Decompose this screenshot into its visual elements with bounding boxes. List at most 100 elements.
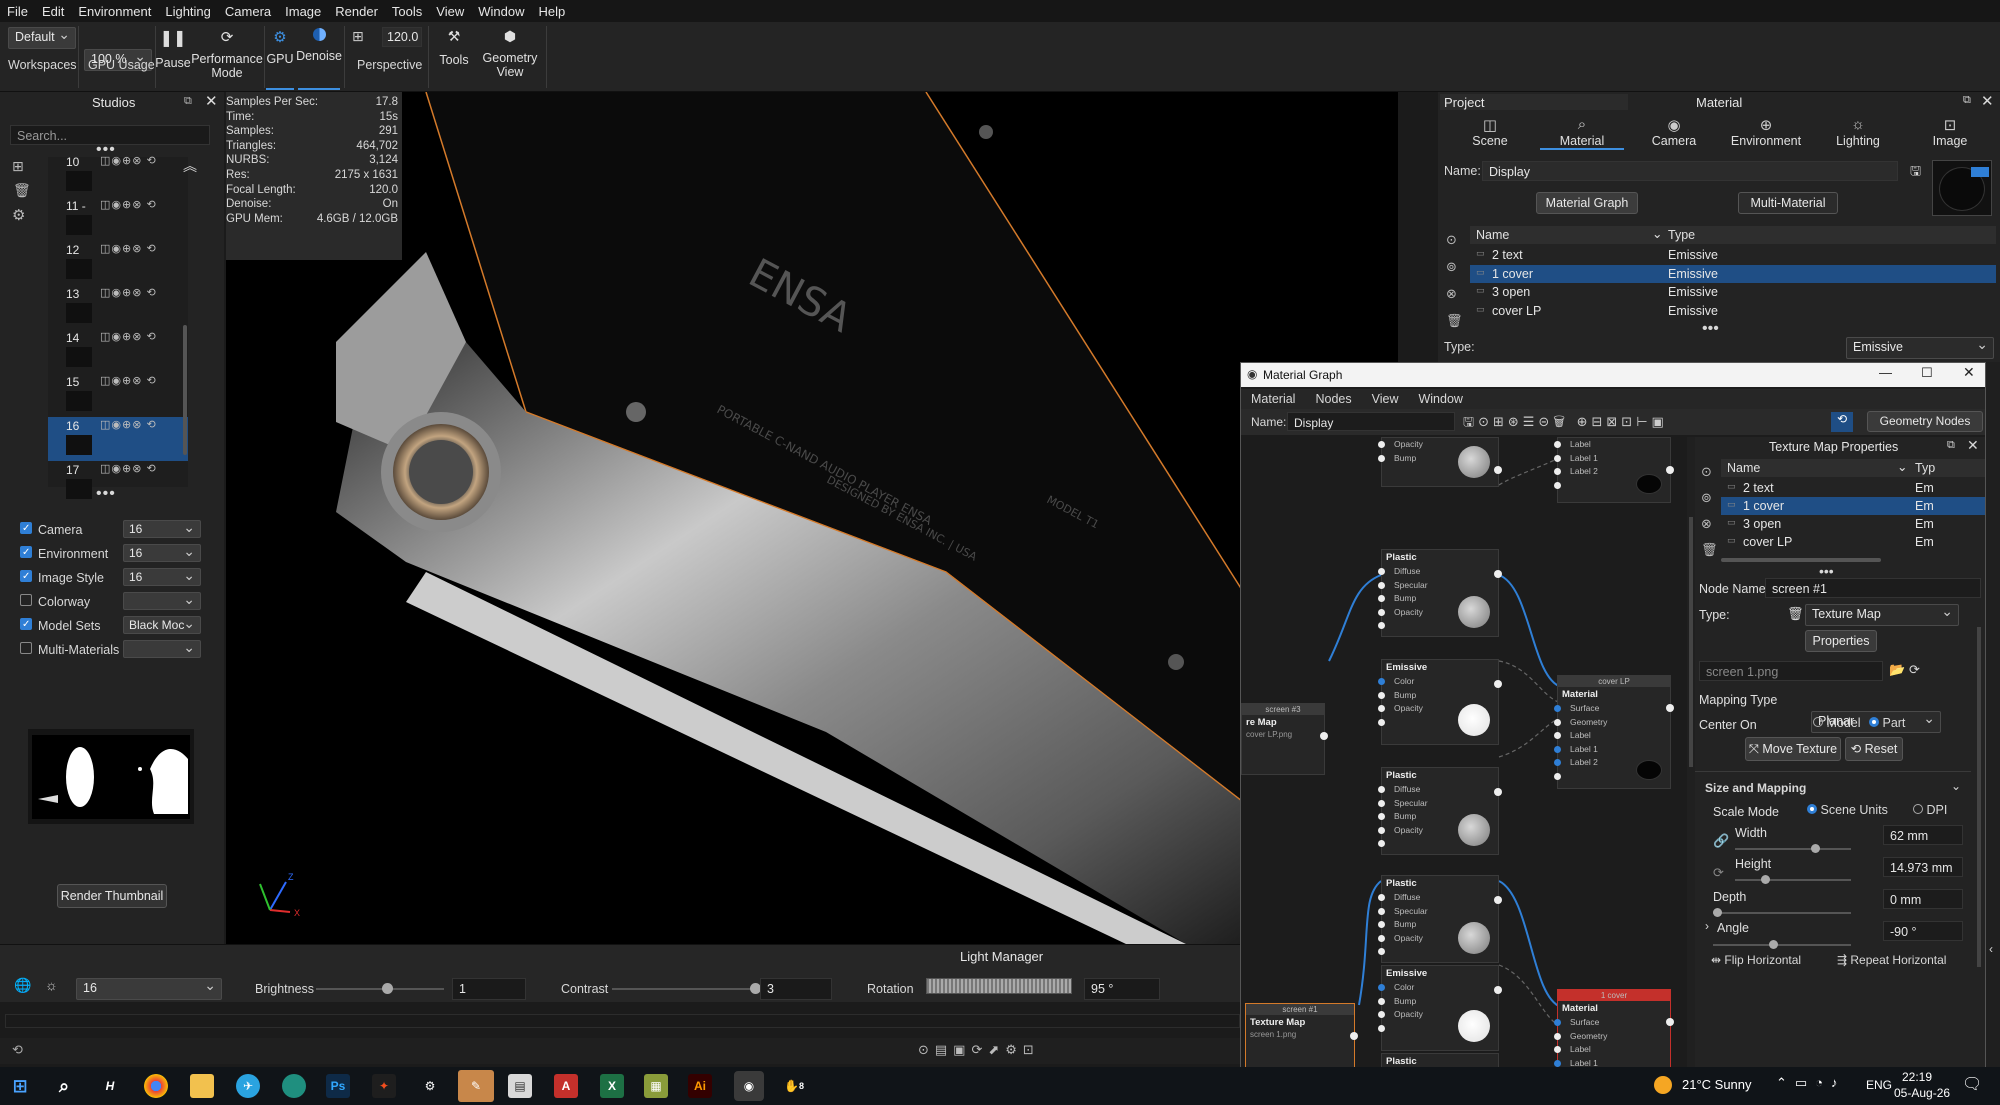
gpu-usage-label[interactable]: GPU Usage xyxy=(88,58,155,72)
close-icon[interactable]: ✕ xyxy=(1967,437,1979,454)
width-input[interactable]: 62 mm xyxy=(1883,825,1963,845)
add-studio-icon[interactable]: ⊞ xyxy=(12,158,24,175)
table-side-icons[interactable]: ⊙ ⊚ ⊗ 🗑 xyxy=(1446,226,1463,334)
table-row[interactable]: ▭ cover LP Emissive xyxy=(1470,302,1996,320)
figma-icon[interactable]: ✦ xyxy=(372,1074,396,1098)
tmp-scrollbar[interactable] xyxy=(1977,627,1981,967)
environment-select[interactable]: 16 xyxy=(76,977,222,1000)
undock-icon[interactable]: ⧉ xyxy=(184,95,192,108)
settings-icon[interactable]: ⚙ xyxy=(418,1074,442,1098)
menu-edit[interactable]: Edit xyxy=(35,4,71,19)
tools-button[interactable]: ⚒ Tools xyxy=(434,22,474,92)
menu-camera[interactable]: Camera xyxy=(218,4,278,19)
more-dots-icon[interactable]: ••• xyxy=(1819,563,1834,579)
tab-image[interactable]: ⊡ Image xyxy=(1908,116,1992,148)
height-slider[interactable] xyxy=(1735,875,1851,884)
viewport-mode-icons[interactable]: ⊙▤▣⟳⬈⚙⊡ xyxy=(918,1042,1040,1058)
node-port[interactable]: Bump xyxy=(1378,995,1498,1009)
menu-lighting[interactable]: Lighting xyxy=(158,4,218,19)
type-select[interactable]: Emissive xyxy=(1846,336,1994,359)
folder-icon[interactable]: 📂 xyxy=(1889,662,1905,678)
studio-item[interactable]: 10 ◫◉⊕⊗ ⟲ xyxy=(48,153,188,197)
node-port[interactable]: Color xyxy=(1378,981,1498,995)
material-name-input[interactable]: Display xyxy=(1482,161,1898,181)
table-row[interactable]: ▭ 3 open Em xyxy=(1721,515,1985,533)
tmp-side-icons[interactable]: ⊙ ⊚ ⊗ 🗑 xyxy=(1701,459,1718,563)
checkbox[interactable] xyxy=(20,521,32,534)
studio-item[interactable]: 12 ◫◉⊕⊗ ⟲ xyxy=(48,241,188,285)
texture-file-input[interactable]: screen 1.png xyxy=(1699,661,1883,681)
table-row[interactable]: ▭ cover LP Em xyxy=(1721,533,1985,551)
close-icon[interactable]: ✕ xyxy=(1963,364,1975,381)
acrobat-icon[interactable]: A xyxy=(554,1074,578,1098)
node-output-port[interactable] xyxy=(1666,704,1674,712)
node-output-port[interactable] xyxy=(1494,680,1502,688)
illustrator-icon[interactable]: Ai xyxy=(688,1074,712,1098)
fov-input[interactable]: 120.0 xyxy=(382,27,422,47)
node-output-port[interactable] xyxy=(1494,788,1502,796)
tab-environment[interactable]: ⊕ Environment xyxy=(1724,116,1808,148)
table-row[interactable]: ▭ 1 cover Emissive xyxy=(1470,264,1996,283)
node-port[interactable]: Surface xyxy=(1554,1016,1670,1030)
telegram-icon[interactable]: ✈ xyxy=(236,1074,260,1098)
language-indicator[interactable]: ENG xyxy=(1866,1078,1892,1092)
rotation-strip[interactable] xyxy=(926,978,1072,994)
chrome-icon[interactable] xyxy=(144,1074,168,1098)
keyshot-active-icon[interactable]: ✎ xyxy=(458,1070,494,1102)
link-icon[interactable]: 🔗 xyxy=(1713,833,1729,849)
studio-item[interactable]: 17 ◫◉⊕⊗ ⟲ xyxy=(48,461,188,505)
weather-sun-icon[interactable] xyxy=(1654,1076,1672,1094)
flip-horizontal-button[interactable]: ⇹ Flip Horizontal xyxy=(1711,953,1801,967)
close-icon[interactable]: ✕ xyxy=(1981,92,1994,110)
maximize-icon[interactable]: ☐ xyxy=(1921,365,1933,381)
menu-render[interactable]: Render xyxy=(328,4,385,19)
table-row[interactable]: ▭ 2 text Em xyxy=(1721,479,1985,497)
node-port[interactable]: Color xyxy=(1378,675,1498,689)
workspaces-label[interactable]: Workspaces xyxy=(8,58,77,72)
brightness-input[interactable]: 1 xyxy=(452,978,526,1000)
graph-node[interactable]: PlasticDiffuseSpecularBumpOpacity xyxy=(1378,549,1502,637)
properties-button[interactable]: Properties xyxy=(1805,630,1877,652)
environment-globe-icon[interactable]: 🌐 xyxy=(14,977,31,994)
denoise-toggle[interactable]: Denoise xyxy=(296,22,342,90)
app-circle-icon[interactable] xyxy=(282,1074,306,1098)
studio-item[interactable]: 13 ◫◉⊕⊗ ⟲ xyxy=(48,285,188,329)
photoshop-icon[interactable]: Ps xyxy=(326,1074,350,1098)
checkbox[interactable] xyxy=(20,641,32,654)
toggle-image-style[interactable]: Image Style 16 xyxy=(20,567,204,590)
notification-icon[interactable]: 🗨 xyxy=(1962,1074,1982,1094)
app-hand-icon[interactable]: ✋ 8 xyxy=(782,1074,806,1098)
graph-node[interactable]: PlasticDiffuseSpecularBumpOpacity xyxy=(1378,875,1502,963)
toggle-select[interactable]: 16 xyxy=(123,519,201,538)
node-port[interactable]: Diffuse xyxy=(1378,565,1498,579)
timeline-bar[interactable] xyxy=(5,1014,1240,1028)
trash-icon[interactable]: 🗑 xyxy=(1787,606,1804,622)
system-tray-icons[interactable]: ⌃▭◔♪ xyxy=(1776,1075,1846,1091)
mg-menu-window[interactable]: Window xyxy=(1408,392,1472,406)
node-canvas[interactable]: Opacity Bump Plastic Diffuse Specular Bump Opa… xyxy=(1241,437,1687,1069)
studio-item[interactable]: 15 ◫◉⊕⊗ ⟲ xyxy=(48,373,188,417)
keyshot-icon[interactable]: ◉ xyxy=(734,1071,764,1101)
performance-mode-button[interactable]: ⟳ Performance Mode xyxy=(191,22,263,92)
size-mapping-header[interactable]: Size and Mapping xyxy=(1705,781,1806,795)
node-output-port[interactable] xyxy=(1494,896,1502,904)
file-explorer-icon[interactable] xyxy=(190,1074,214,1098)
mg-menu-nodes[interactable]: Nodes xyxy=(1305,392,1361,406)
node-name-input[interactable]: screen #1 xyxy=(1765,578,1981,598)
settings-gear-icon[interactable]: ⚙ xyxy=(12,206,25,224)
angle-expand-icon[interactable]: › xyxy=(1705,919,1709,933)
toggle-camera[interactable]: Camera 16 xyxy=(20,519,204,542)
scene-units-radio[interactable]: Scene Units xyxy=(1807,803,1888,817)
node-output-port[interactable] xyxy=(1666,1018,1674,1026)
clock-date[interactable]: 05-Aug-26 xyxy=(1894,1086,1950,1100)
studio-row-icons[interactable]: ◫◉⊕⊗ ⟲ xyxy=(100,418,157,431)
dpi-radio[interactable]: DPI xyxy=(1913,803,1947,817)
clock-time[interactable]: 22:19 xyxy=(1902,1070,1932,1084)
mg-menu-material[interactable]: Material xyxy=(1241,392,1305,406)
node-port[interactable]: Diffuse xyxy=(1378,783,1498,797)
table-row[interactable]: ▭ 3 open Emissive xyxy=(1470,283,1996,301)
studio-row-icons[interactable]: ◫◉⊕⊗ ⟲ xyxy=(100,374,157,387)
node-port[interactable]: Label xyxy=(1554,438,1670,452)
toggle-select[interactable] xyxy=(123,591,201,610)
menu-view[interactable]: View xyxy=(429,4,471,19)
